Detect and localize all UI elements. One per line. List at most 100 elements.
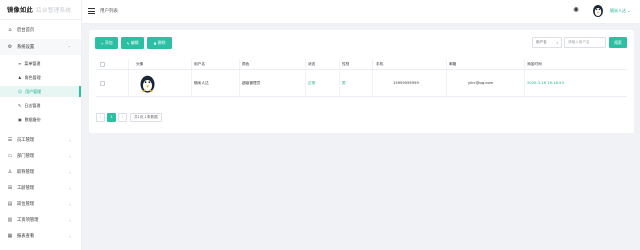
- breadcrumb: 用户列表: [100, 9, 118, 14]
- chevron-right-icon: ›: [69, 201, 71, 207]
- sidebar-item-label: 工资项管理: [17, 218, 39, 223]
- column-header: 状态: [308, 62, 316, 66]
- pagination: ‹ 1 › 共1页,1条数据: [96, 112, 162, 122]
- sidebar-item-seniority[interactable]: ⊞ 工龄管理 ›: [0, 180, 81, 196]
- chevron-right-icon: ›: [69, 169, 71, 175]
- sidebar-item-department[interactable]: ▭ 部门管理 ›: [0, 148, 81, 164]
- sidebar-item-label: 部门管理: [17, 154, 35, 159]
- cell-email: yilrc@qq.com: [468, 81, 494, 85]
- search-input[interactable]: 请输入用户名: [564, 37, 606, 48]
- seniority-icon: ⊞: [7, 185, 13, 191]
- sidebar-subitem-menu[interactable]: ≡ 菜单管理: [0, 58, 81, 69]
- plus-icon: +: [100, 40, 104, 46]
- chevron-right-icon: ›: [69, 153, 71, 159]
- menu-icon: ≡: [18, 61, 22, 66]
- chevron-down-icon: ▾: [556, 40, 558, 45]
- backup-icon: ▣: [18, 117, 22, 122]
- avatar[interactable]: [592, 3, 604, 18]
- content-card: + 添加 ✎ 编辑 ✖ 删除 用户名 ▾ 请输入用户名 搜索 头像 用户名 角色…: [89, 30, 634, 133]
- gear-icon: ⚙: [7, 44, 13, 50]
- home-icon: ⌂: [8, 27, 12, 33]
- search-button-label: 搜索: [614, 39, 622, 45]
- column-header: 角色: [242, 62, 250, 66]
- sidebar-item-label: 后台首页: [17, 28, 35, 33]
- username-dropdown[interactable]: 随米人达 ⌄: [610, 8, 631, 14]
- search-field-select[interactable]: 用户名 ▾: [532, 37, 562, 48]
- select-all-checkbox[interactable]: [100, 62, 105, 67]
- hamburger-icon[interactable]: [88, 8, 95, 14]
- position-icon: ▤: [7, 201, 13, 207]
- sidebar-item-label: 岗位管理: [17, 202, 35, 207]
- column-header: 添加时间: [527, 62, 542, 66]
- chevron-right-icon: ›: [69, 217, 71, 223]
- prev-page-button[interactable]: ‹: [96, 112, 105, 122]
- delete-icon: ✖: [153, 40, 157, 46]
- sidebar-subitem-label: 菜单管理: [24, 60, 41, 66]
- sidebar-subitem-log[interactable]: ✎ 日志管理: [0, 100, 81, 111]
- add-button[interactable]: + 添加: [95, 37, 118, 49]
- sidebar-subitem-label: 日志管理: [24, 102, 41, 108]
- sidebar-subitem-label: 数据备份: [24, 116, 41, 122]
- sidebar-subitem-backup[interactable]: ▣ 数据备份: [0, 114, 81, 125]
- logo: 镜像如此 后台管理系统: [0, 0, 81, 20]
- column-header: 用户名: [194, 62, 206, 66]
- sidebar-item-label: 职称管理: [17, 170, 35, 175]
- row-checkbox[interactable]: [100, 81, 105, 86]
- theme-icon[interactable]: ✺: [572, 6, 580, 14]
- sidebar-subitem-role[interactable]: ♟ 角色管理: [0, 72, 81, 83]
- sidebar-item-report[interactable]: ▦ 报表查看 ›: [0, 228, 81, 244]
- search-button[interactable]: 搜索: [609, 37, 627, 48]
- log-icon: ✎: [18, 103, 22, 108]
- delete-button[interactable]: ✖ 删除: [147, 37, 172, 49]
- chevron-right-icon: ›: [69, 185, 71, 191]
- sidebar-item-system[interactable]: ⚙ 系统设置 ⌃: [0, 39, 81, 55]
- cell-phone: 15959595959: [393, 81, 419, 85]
- chevron-right-icon: ›: [69, 233, 71, 239]
- sidebar-item-label: 员工管理: [17, 138, 35, 143]
- role-icon: ♟: [18, 75, 22, 80]
- cell-status: 正常: [308, 81, 316, 85]
- table-row[interactable]: 随米人达 超级管理员 正常 男 15959595959 yilrc@qq.com…: [96, 70, 627, 97]
- sidebar: 镜像如此 后台管理系统 ⌂ 后台首页 ⚙ 系统设置 ⌃ ≡ 菜单管理 ♟ 角色管…: [0, 0, 82, 250]
- sidebar-item-title[interactable]: ♙ 职称管理 ›: [0, 164, 81, 180]
- sidebar-subitem-label: 角色管理: [24, 74, 41, 80]
- chevron-down-icon: ⌄: [627, 8, 631, 13]
- user-icon: ☺: [18, 89, 23, 94]
- chevron-right-icon: ›: [69, 137, 71, 143]
- sidebar-subitem-user[interactable]: ☺ 用户管理: [0, 86, 81, 97]
- staff-icon: ☰: [7, 137, 13, 143]
- column-header: 性别: [342, 62, 350, 66]
- search-field-value: 用户名: [536, 40, 547, 44]
- column-header: 头像: [136, 62, 144, 66]
- sidebar-item-staff[interactable]: ☰ 员工管理 ›: [0, 132, 81, 148]
- edit-icon: ✎: [126, 40, 130, 46]
- report-icon: ▦: [7, 233, 13, 239]
- edit-button[interactable]: ✎ 编辑: [121, 37, 144, 49]
- cell-gender: 男: [342, 81, 346, 85]
- sidebar-item-label: 工龄管理: [17, 186, 35, 191]
- title-icon: ♙: [7, 169, 13, 175]
- avatar: [140, 75, 155, 93]
- page-button[interactable]: 1: [107, 112, 116, 122]
- sidebar-subitem-label: 用户管理: [25, 88, 42, 94]
- edit-button-label: 编辑: [130, 40, 139, 45]
- column-header: 邮箱: [449, 62, 457, 66]
- cell-role: 超级管理员: [242, 81, 261, 85]
- cell-username: 随米人达: [194, 81, 209, 85]
- sidebar-item-position[interactable]: ▤ 岗位管理 ›: [0, 196, 81, 212]
- pagination-total: 共1页,1条数据: [130, 112, 162, 122]
- chevron-up-icon: ⌃: [67, 44, 71, 50]
- logo-subtitle: 后台管理系统: [35, 7, 72, 14]
- logo-brand: 镜像如此: [7, 7, 33, 14]
- department-icon: ▭: [7, 153, 13, 159]
- sidebar-item-salary[interactable]: ▥ 工资项管理 ›: [0, 212, 81, 228]
- salary-icon: ▥: [7, 217, 13, 223]
- table-header: 头像 用户名 角色 状态 性别 手机 邮箱 添加时间: [96, 59, 627, 70]
- sidebar-item-label: 系统设置: [17, 45, 35, 50]
- username-label: 随米人达: [610, 8, 626, 13]
- cell-created: 2020-3-16 19:18:53: [527, 81, 564, 85]
- sidebar-item-home[interactable]: ⌂ 后台首页: [0, 22, 81, 38]
- column-header: 手机: [376, 62, 384, 66]
- next-page-button[interactable]: ›: [118, 112, 127, 122]
- add-button-label: 添加: [104, 40, 113, 45]
